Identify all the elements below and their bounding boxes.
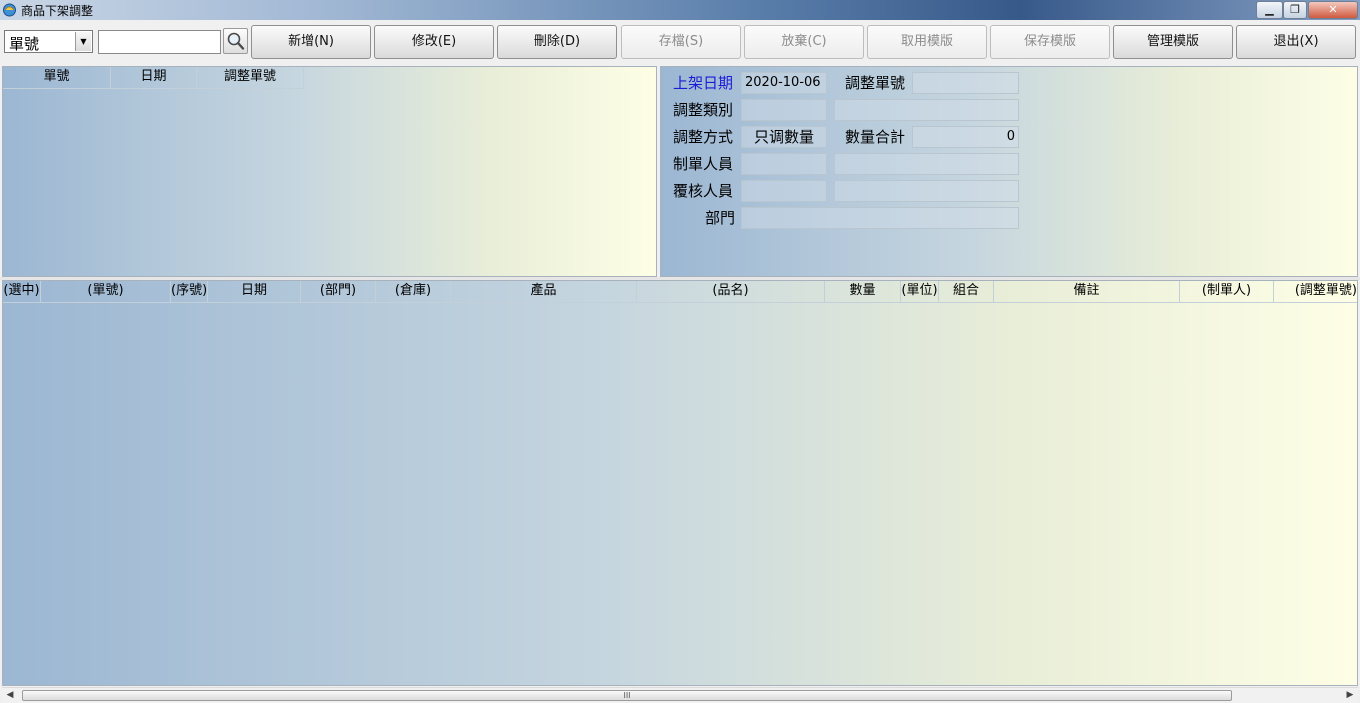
detail-header-product[interactable]: 產品 [451,281,637,303]
search-icon [227,32,245,50]
edit-button[interactable]: 修改(E) [374,25,494,59]
scroll-left-icon[interactable]: ◀ [2,688,18,703]
search-field-value: 單號 [9,35,40,53]
save-template-button[interactable]: 保存模版 [990,25,1110,59]
restore-button[interactable]: ❐ [1283,1,1307,19]
chevron-down-icon[interactable]: ▼ [75,32,91,51]
close-button[interactable]: ✕ [1308,1,1358,19]
adjust-no-label: 調整單號 [845,74,906,92]
discard-button[interactable]: 放棄(C) [744,25,864,59]
detail-header-warehouse[interactable]: (倉庫) [376,281,451,303]
list-header-doc-no[interactable]: 單號 [3,67,111,89]
list-header-date[interactable]: 日期 [111,67,197,89]
creator-code-field[interactable] [741,153,827,175]
manage-template-button[interactable]: 管理模版 [1113,25,1233,59]
detail-header-seq-no[interactable]: (序號) [171,281,208,303]
detail-grid[interactable]: (選中) (單號) (序號) 日期 (部門) (倉庫) 產品 (品名) 數量 (… [2,280,1358,686]
detail-header-adjust-no[interactable]: (調整單號) [1274,281,1357,303]
dept-field[interactable] [741,207,1019,229]
horizontal-scrollbar[interactable]: ◀ III ▶ [2,687,1358,703]
adjust-type-code-field[interactable] [741,99,827,121]
minimize-button[interactable]: ▁ [1256,1,1283,19]
search-field-select[interactable]: 單號 ▼ [4,30,93,53]
reviewer-label: 覆核人員 [673,182,734,200]
exit-button[interactable]: 退出(X) [1236,25,1356,59]
adjust-method-label: 調整方式 [673,128,734,146]
adjust-no-field[interactable] [912,72,1019,94]
add-button[interactable]: 新增(N) [251,25,371,59]
shelf-date-label: 上架日期 [673,74,734,92]
delete-button[interactable]: 刪除(D) [497,25,617,59]
adjust-type-name-field[interactable] [834,99,1019,121]
adjust-method-field[interactable]: 只调數量 [741,126,827,148]
detail-header-selected[interactable]: (選中) [3,281,41,303]
adjust-type-label: 調整類別 [673,101,734,119]
detail-header-quantity[interactable]: 數量 [825,281,901,303]
creator-label: 制單人員 [673,155,734,173]
list-header-adjust-no[interactable]: 調整單號 [197,67,304,89]
detail-header-unit[interactable]: (單位) [901,281,939,303]
qty-total-label: 數量合計 [845,128,906,146]
title-bar: 商品下架調整 ▁ ❐ ✕ [0,0,1360,20]
search-button[interactable] [223,28,248,54]
scroll-thumb[interactable]: III [22,690,1232,701]
detail-header-dept[interactable]: (部門) [301,281,376,303]
detail-header-remark[interactable]: 備註 [994,281,1180,303]
reviewer-name-field[interactable] [834,180,1019,202]
scroll-right-icon[interactable]: ▶ [1342,688,1358,703]
creator-name-field[interactable] [834,153,1019,175]
shelf-date-field[interactable]: 2020-10-06 [741,72,827,94]
detail-header-doc-no[interactable]: (單號) [41,281,171,303]
qty-total-field: 0 [912,126,1019,148]
dept-label: 部門 [705,209,736,227]
search-input[interactable] [98,30,221,54]
document-list[interactable]: 單號 日期 調整單號 [2,66,657,277]
detail-header-date[interactable]: 日期 [208,281,301,303]
detail-header-combo[interactable]: 組合 [939,281,994,303]
app-icon [3,3,16,17]
detail-header-product-name[interactable]: (品名) [637,281,825,303]
use-template-button[interactable]: 取用模版 [867,25,987,59]
detail-header-creator[interactable]: (制單人) [1180,281,1274,303]
window-title: 商品下架調整 [21,4,94,18]
document-form: 上架日期 2020-10-06 調整單號 調整類別 調整方式 只调數量 數量合計… [660,66,1358,277]
reviewer-code-field[interactable] [741,180,827,202]
save-button[interactable]: 存檔(S) [621,25,741,59]
